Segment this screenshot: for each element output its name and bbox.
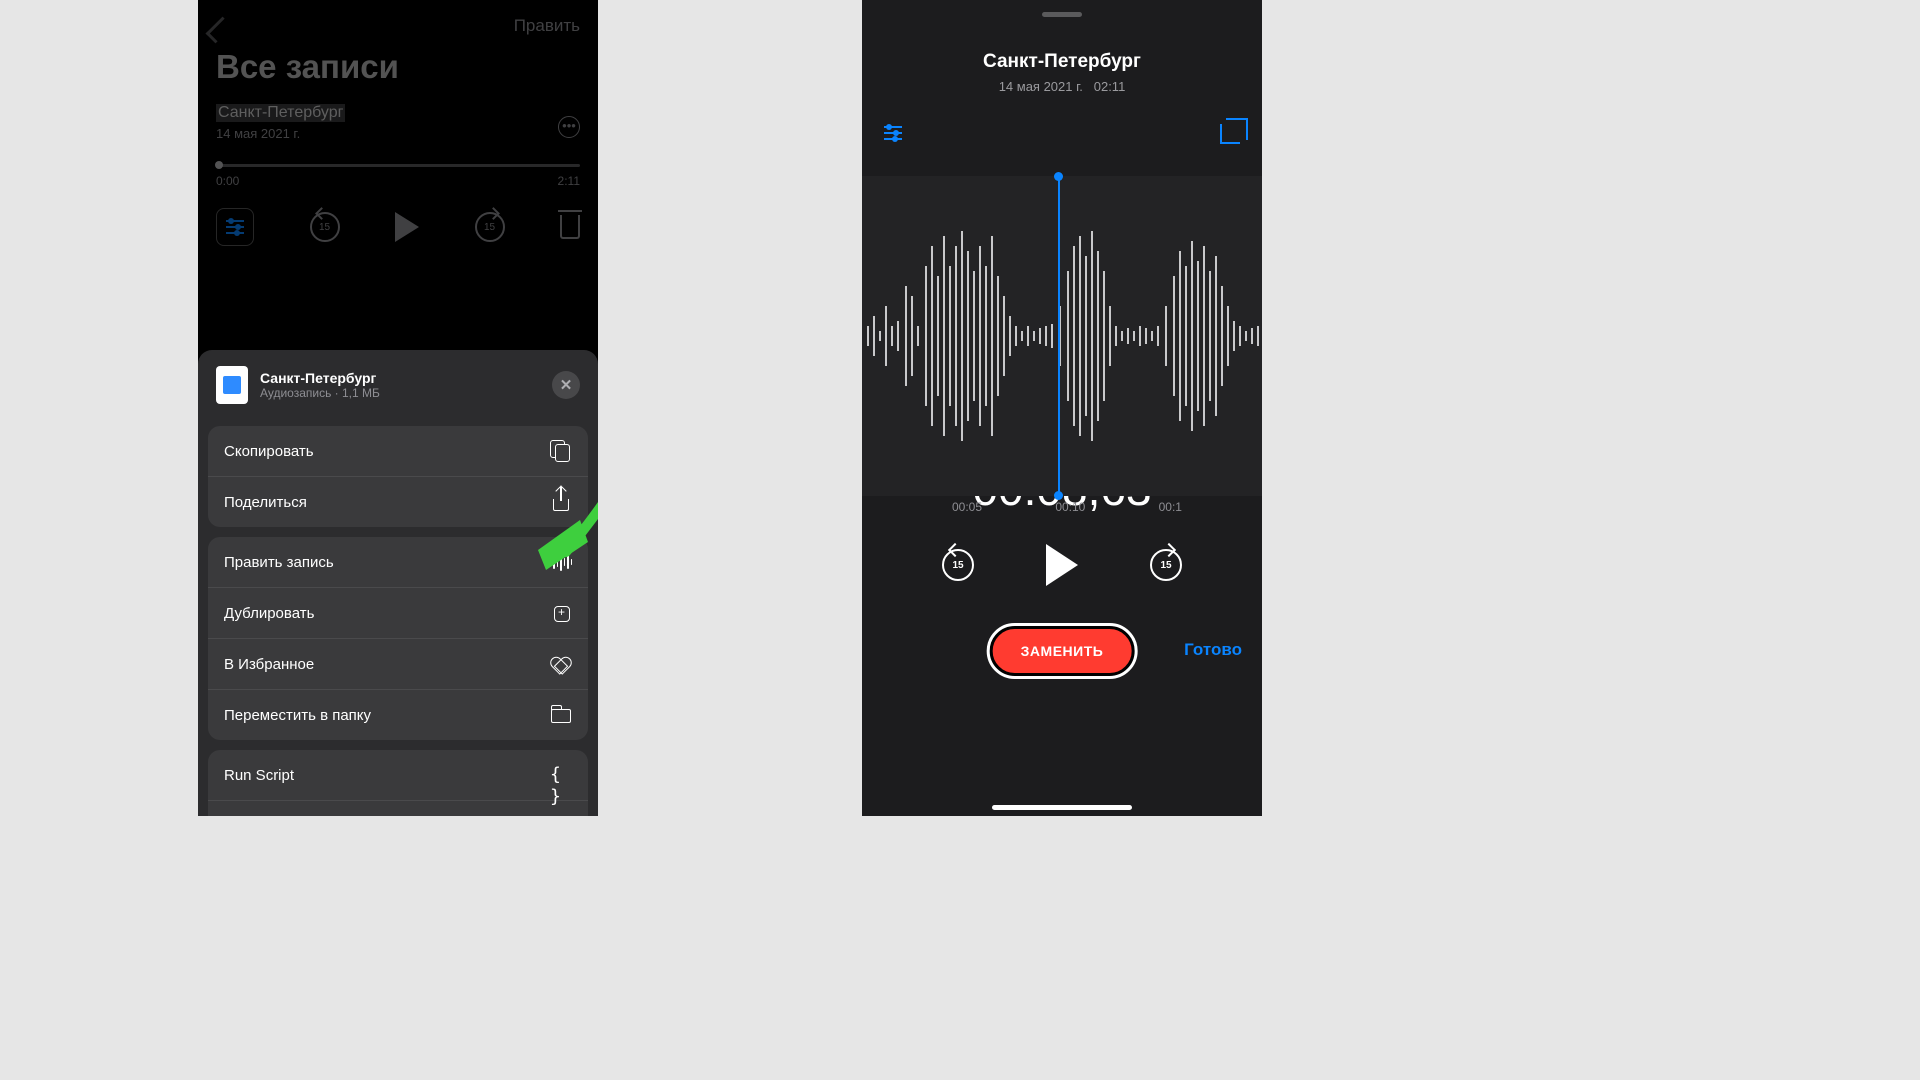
skip-amount: 15 [484,222,495,233]
recording-name[interactable]: Санкт-Петербург [216,104,345,122]
play-icon[interactable] [1046,544,1078,586]
time-start: 0:00 [216,174,239,188]
menu-label: Дублировать [224,605,314,622]
skip-amount: 15 [1160,560,1171,571]
enhance-button[interactable] [884,126,902,140]
done-button[interactable]: Готово [1184,640,1242,660]
menu-copy[interactable]: Скопировать [208,426,588,476]
menu-group-1: Скопировать Поделиться [208,426,588,527]
folder-icon [550,704,572,726]
replace-button[interactable]: ЗАМЕНИТЬ [990,626,1135,676]
menu-move-folder[interactable]: Переместить в папку [208,689,588,740]
sliders-icon [226,220,244,234]
sliders-icon [884,126,902,140]
menu-label: Переместить в папку [224,707,371,724]
trash-icon[interactable] [560,215,580,239]
menu-label: Поделиться [224,494,307,511]
menu-group-2: Править запись Дублировать В Избранное П… [208,537,588,740]
file-thumb-icon [216,366,248,404]
waveform-icon [862,176,1262,496]
phone-editor: Санкт-Петербург 14 мая 2021 г. 02:11 [862,0,1262,816]
sheet-file-name: Санкт-Петербург [260,370,380,386]
menu-favorite[interactable]: В Избранное [208,638,588,689]
bottom-bar: ЗАМЕНИТЬ Готово [862,626,1262,686]
menu-run-script[interactable]: Run Script { } [208,750,588,800]
edit-button[interactable]: Править [514,16,580,36]
mini-controls: 15 15 [216,208,580,246]
trim-button[interactable] [1220,124,1240,144]
share-icon [550,491,572,513]
copy-icon [550,440,572,462]
back-icon[interactable] [206,17,233,44]
waveform-area[interactable] [862,176,1262,496]
file-info: Санкт-Петербург Аудиозапись · 1,1 МБ [260,370,380,400]
recording-date: 14 мая 2021 г. [216,126,580,141]
options-button[interactable] [216,208,254,246]
page-title: Все записи [216,48,580,86]
time-end: 2:11 [558,174,580,188]
playhead[interactable] [1058,176,1060,496]
ruler-tick: 00:05 [952,500,982,526]
action-sheet: Санкт-Петербург Аудиозапись · 1,1 МБ ✕ С… [198,350,598,816]
shield-icon [550,815,572,816]
timeline-labels: 0:00 2:11 [216,174,580,188]
ruler-tick: 00:1 [1159,500,1182,526]
list-header: Править Все записи Санкт-Петербург 14 ма… [198,0,598,260]
duplicate-icon [550,602,572,624]
sheet-header: Санкт-Петербург Аудиозапись · 1,1 МБ ✕ [208,360,588,416]
phone-list: Править Все записи Санкт-Петербург 14 ма… [198,0,598,816]
ruler-tick: 00:10 [1055,500,1085,526]
time-ruler: 00:05 00:10 00:1 [862,500,1262,526]
crop-icon [1220,124,1240,144]
skip-forward-button[interactable]: 15 [1150,549,1182,581]
edit-subtitle: 14 мая 2021 г. 02:11 [862,79,1262,94]
skip-back-button[interactable]: 15 [310,212,340,242]
sheet-file-meta: Аудиозапись · 1,1 МБ [260,386,380,400]
drag-handle[interactable] [1042,12,1082,17]
heart-icon [550,653,572,675]
skip-forward-button[interactable]: 15 [475,212,505,242]
menu-bitwarden[interactable]: Bitwarden [208,800,588,816]
skip-amount: 15 [319,222,330,233]
menu-share[interactable]: Поделиться [208,476,588,527]
menu-label: В Избранное [224,656,314,673]
menu-edit-recording[interactable]: Править запись [208,537,588,587]
edit-title: Санкт-Петербург [862,51,1262,73]
skip-back-button[interactable]: 15 [942,549,974,581]
menu-label: Run Script [224,767,294,784]
editor-controls: 15 15 [862,544,1262,586]
edit-duration: 02:11 [1094,79,1126,94]
more-icon[interactable]: ••• [558,116,580,138]
scrubber-thumb[interactable] [215,161,223,169]
skip-amount: 15 [952,560,963,571]
braces-icon: { } [550,764,572,786]
menu-label: Скопировать [224,443,314,460]
menu-label: Править запись [224,554,334,571]
close-icon[interactable]: ✕ [552,371,580,399]
edit-date: 14 мая 2021 г. [999,79,1083,94]
home-indicator[interactable] [992,805,1132,810]
scrubber-track[interactable] [216,164,580,167]
waveform-icon [550,551,572,573]
play-icon[interactable] [395,212,419,242]
menu-duplicate[interactable]: Дублировать [208,587,588,638]
menu-group-3: Run Script { } Bitwarden [208,750,588,816]
